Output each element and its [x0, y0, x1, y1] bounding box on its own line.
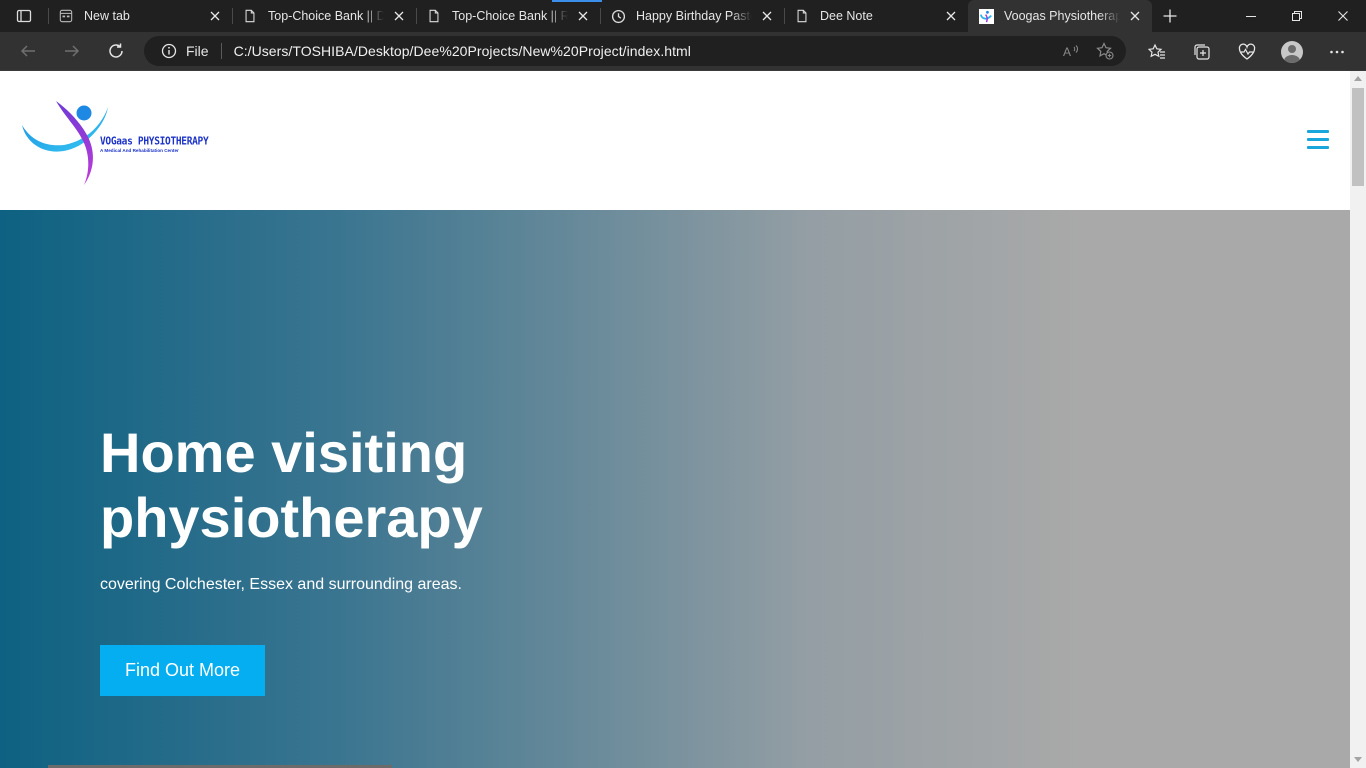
tab-actions-button[interactable]: [0, 0, 48, 32]
collections-icon: [1193, 43, 1210, 60]
site-scheme-label[interactable]: File: [186, 43, 209, 59]
favorites-button[interactable]: [1134, 32, 1179, 71]
close-tab-icon[interactable]: [942, 7, 960, 25]
plus-icon: [1163, 9, 1177, 23]
profile-button[interactable]: [1269, 32, 1314, 71]
browser-toolbar: File C:/Users/TOSHIBA/Desktop/Dee%20Proj…: [0, 32, 1366, 71]
hero-section: Home visiting physiotherapy covering Col…: [0, 210, 1350, 768]
site-logo-icon: [978, 8, 994, 24]
info-icon[interactable]: [161, 43, 177, 59]
minimize-button[interactable]: [1228, 0, 1274, 32]
scrollbar-thumb[interactable]: [1352, 88, 1364, 186]
settings-menu-button[interactable]: [1314, 32, 1359, 71]
site-logo[interactable]: VOGaas PHYSIOTHERAPY A Medical And Rehab…: [20, 89, 220, 189]
new-tab-page-icon: [58, 8, 74, 24]
browser-tab[interactable]: Top-Choice Bank || Register: [416, 0, 600, 32]
back-arrow-icon: [20, 45, 35, 57]
find-out-more-button[interactable]: Find Out More: [100, 645, 265, 696]
refresh-button[interactable]: [94, 32, 138, 71]
address-bar[interactable]: File C:/Users/TOSHIBA/Desktop/Dee%20Proj…: [144, 36, 1126, 66]
close-tab-icon[interactable]: [758, 7, 776, 25]
browser-essentials-button[interactable]: [1224, 32, 1269, 71]
clock-icon: [610, 8, 626, 24]
svg-text:A: A: [1063, 45, 1071, 59]
page-scrollbar[interactable]: [1350, 71, 1366, 768]
restore-button[interactable]: [1274, 0, 1320, 32]
browser-tab[interactable]: Top-Choice Bank || Dashboard: [232, 0, 416, 32]
minimize-icon: [1246, 16, 1256, 17]
read-aloud-icon[interactable]: A: [1062, 42, 1080, 60]
close-tab-icon[interactable]: [206, 7, 224, 25]
favorites-icon: [1147, 43, 1165, 59]
file-icon: [426, 8, 442, 24]
browser-tab[interactable]: Dee Note: [784, 0, 968, 32]
close-tab-icon[interactable]: [390, 7, 408, 25]
close-tab-icon[interactable]: [574, 7, 592, 25]
more-dots-icon: [1329, 50, 1344, 53]
hero-title: Home visiting physiotherapy: [100, 421, 483, 549]
browser-tab[interactable]: New tab: [48, 0, 232, 32]
restore-icon: [1292, 11, 1302, 21]
browser-tab-strip: New tab Top-Choice Bank || Dashboard Top…: [0, 0, 1366, 32]
scroll-down-arrow-icon[interactable]: [1354, 757, 1362, 762]
tab-title: Dee Note: [820, 9, 873, 23]
page-viewport: VOGaas PHYSIOTHERAPY A Medical And Rehab…: [0, 71, 1366, 768]
refresh-icon: [109, 43, 123, 58]
hamburger-menu-icon[interactable]: [1307, 130, 1329, 150]
file-icon: [794, 8, 810, 24]
browser-tab-active[interactable]: Voogas Physiotherapy: [968, 0, 1152, 32]
scroll-up-arrow-icon[interactable]: [1354, 76, 1362, 81]
tab-title: Happy Birthday Pastor: [636, 9, 752, 23]
browser-tab[interactable]: Happy Birthday Pastor: [552, 0, 784, 32]
toolbar-actions: [1134, 32, 1359, 71]
tab-title: New tab: [84, 9, 130, 23]
close-window-button[interactable]: [1320, 0, 1366, 32]
site-header: VOGaas PHYSIOTHERAPY A Medical And Rehab…: [0, 71, 1350, 210]
avatar: [1280, 40, 1303, 63]
close-tab-icon[interactable]: [1126, 7, 1144, 25]
new-tab-button[interactable]: [1152, 0, 1188, 32]
address-divider: [220, 43, 222, 59]
logo-tagline: A Medical And Rehabilitation Center: [100, 148, 179, 153]
back-button[interactable]: [6, 32, 50, 71]
forward-button[interactable]: [50, 32, 94, 71]
tab-title: Top-Choice Bank || Dashboard: [268, 9, 384, 23]
tab-title: Voogas Physiotherapy: [1004, 9, 1120, 23]
address-bar-actions: A: [1062, 36, 1114, 66]
hero-subtitle: covering Colchester, Essex and surroundi…: [100, 576, 462, 593]
logo-wordmark: VOGaas PHYSIOTHERAPY: [100, 135, 209, 148]
collections-button[interactable]: [1179, 32, 1224, 71]
add-favorite-icon[interactable]: [1096, 42, 1114, 60]
file-icon: [242, 8, 258, 24]
heart-pulse-icon: [1238, 43, 1255, 60]
forward-arrow-icon: [65, 45, 80, 57]
loading-indicator: [552, 0, 602, 2]
close-icon: [1338, 11, 1348, 21]
url-text[interactable]: C:/Users/TOSHIBA/Desktop/Dee%20Projects/…: [234, 43, 691, 59]
tab-actions-icon: [16, 9, 32, 23]
window-controls: [1228, 0, 1366, 32]
tab-title: Top-Choice Bank || Register: [452, 9, 568, 23]
